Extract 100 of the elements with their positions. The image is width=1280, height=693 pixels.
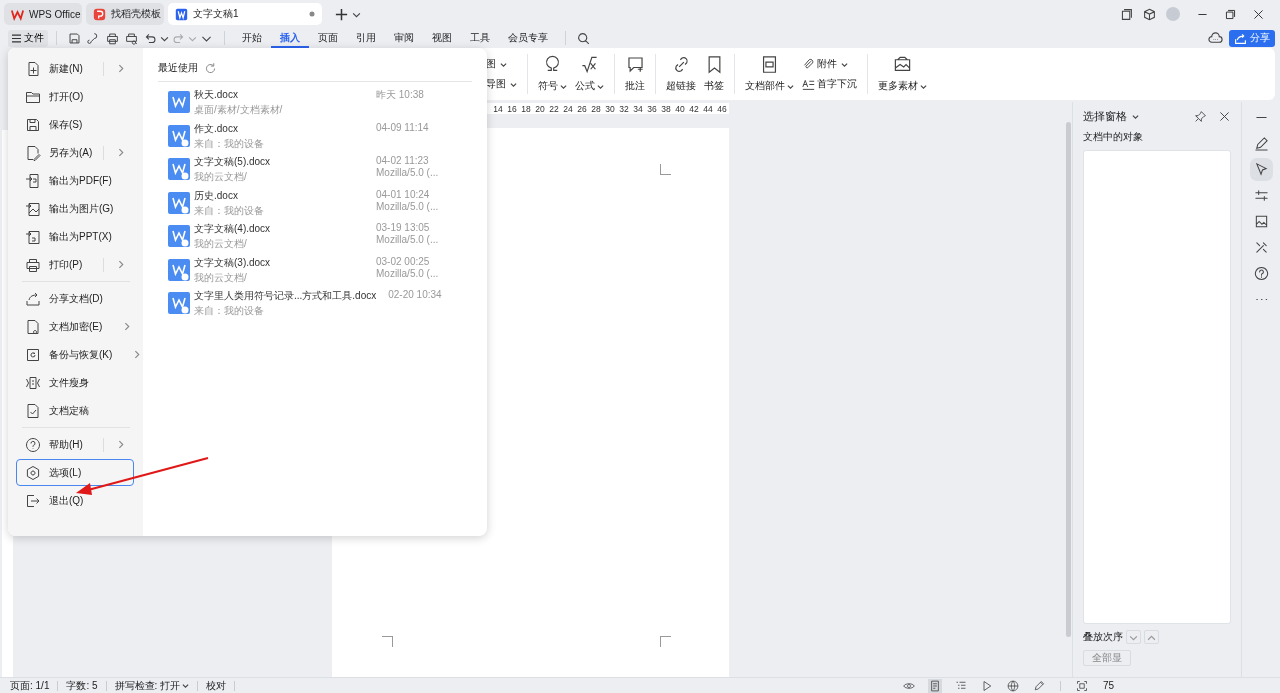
file-menu-item[interactable]: 另存为(A) [16, 139, 134, 166]
file-source: Mozilla/5.0 (... [376, 267, 439, 279]
fit-page-icon[interactable] [1074, 678, 1089, 693]
recent-file[interactable]: 文字里人类用符号记录...方式和工具.docx 来自：我的设备 02-20 10:34 [158, 283, 472, 317]
zoom-level[interactable]: 75 [1102, 680, 1114, 691]
recent-file[interactable]: 文字文稿(3).docx 我的云文档/ 03-02 00:25 Mozilla/5.0 (... [158, 249, 472, 283]
globe-icon[interactable] [1005, 678, 1020, 693]
print-preview-icon[interactable] [125, 31, 138, 45]
paperclip-icon [802, 57, 815, 71]
file-time: 昨天 10:38 [376, 88, 424, 102]
file-menu-item[interactable]: 新建(N) [16, 55, 134, 82]
pane-title[interactable]: 选择窗格 [1083, 108, 1127, 124]
ribbon-tab[interactable]: 引用 [347, 28, 385, 48]
close-icon[interactable] [1218, 109, 1231, 123]
recent-file[interactable]: 文字文稿(5).docx 我的云文档/ 04-02 11:23 Mozilla/5.0 (... [158, 149, 472, 183]
file-menu-item[interactable]: 文档加密(E) [16, 313, 134, 340]
file-menu-item[interactable]: 输出为图片(G) [16, 195, 134, 222]
window-tab[interactable]: 文字文稿1 [168, 3, 322, 25]
image-icon[interactable] [1253, 214, 1269, 229]
recent-file[interactable]: 历史.docx 来自：我的设备 04-01 10:24 Mozilla/5.0 (... [158, 182, 472, 216]
ribbon-button[interactable]: 更多素材 [874, 55, 931, 93]
file-menu-item[interactable]: 分享文档(D) [16, 285, 134, 312]
status-item[interactable]: 字数: 5 [66, 678, 98, 693]
status-item[interactable]: 拼写检查: 打开 [114, 678, 190, 693]
file-menu-item[interactable]: 文档定稿 [16, 397, 134, 424]
link-icon[interactable] [87, 31, 100, 45]
save-icon[interactable] [68, 31, 81, 45]
share-button[interactable]: 分享 [1229, 29, 1275, 47]
file-source: Mozilla/5.0 (... [376, 200, 439, 212]
file-menu-item[interactable]: 选项(L) [16, 459, 134, 486]
file-menu-item[interactable]: 打开(O) [16, 83, 134, 110]
recent-file[interactable]: 文字文稿(4).docx 我的云文档/ 03-19 13:05 Mozilla/5.0 (... [158, 216, 472, 250]
window-tab[interactable]: 找稻壳模板 [86, 3, 164, 25]
ribbon-tab[interactable]: 视图 [423, 28, 461, 48]
restore-icon[interactable] [1224, 7, 1237, 21]
undo-icon[interactable] [144, 31, 157, 45]
help-icon[interactable] [1253, 266, 1269, 281]
refresh-icon[interactable] [204, 61, 217, 75]
file-name: 作文.docx [194, 121, 239, 136]
ribbon-button[interactable]: 书签 [700, 55, 728, 93]
ribbon-tab[interactable]: 工具 [461, 28, 499, 48]
status-item[interactable]: 校对 [206, 678, 227, 693]
window-tab[interactable]: WPS Office [4, 3, 82, 25]
comment-plus-icon [625, 55, 645, 74]
ribbon-button[interactable]: 导图 [486, 77, 517, 91]
caret-icon[interactable] [1132, 112, 1139, 120]
slide-export-icon [25, 228, 41, 245]
ribbon-button[interactable]: 首字下沉 [802, 77, 857, 91]
file-menu-item[interactable]: 输出为PPT(X) [16, 223, 134, 250]
file-menu-button[interactable]: 文件 [8, 29, 48, 47]
sliders-icon[interactable] [1253, 188, 1269, 203]
unsaved-dot-icon [309, 11, 315, 17]
printer-icon[interactable] [106, 31, 119, 45]
tools-icon[interactable] [1253, 240, 1269, 255]
ribbon-tab[interactable]: 会员专享 [499, 28, 557, 48]
ribbon-button[interactable]: 符号 [534, 55, 571, 93]
file-menu-item[interactable]: 退出(Q) [16, 487, 134, 514]
file-location: 我的云文档/ [194, 270, 248, 285]
save-icon [25, 116, 41, 133]
file-menu-item[interactable]: 帮助(H) [16, 431, 134, 458]
document-cloud-icon [168, 258, 190, 281]
page-view-icon[interactable] [927, 678, 942, 693]
file-menu-item[interactable]: 文件瘦身 [16, 369, 134, 396]
ruler-number: 22 [548, 103, 560, 114]
cloud-icon[interactable] [1208, 30, 1223, 46]
document-cloud-icon [168, 292, 190, 314]
pen-icon[interactable] [1031, 678, 1046, 693]
file-menu-item[interactable]: 备份与恢复(K) [16, 341, 134, 368]
file-name: 文字文稿(4).docx [194, 222, 272, 236]
ribbon-tab[interactable]: 审阅 [385, 28, 423, 48]
document-refresh-icon [25, 346, 41, 363]
ribbon-button[interactable]: 批注 [621, 55, 649, 93]
ribbon-button[interactable]: 超链接 [662, 55, 700, 93]
close-icon[interactable] [1252, 7, 1265, 21]
pin-icon[interactable] [1194, 109, 1207, 123]
file-menu-item[interactable]: 保存(S) [16, 111, 134, 138]
status-item[interactable]: 页面: 1/1 [10, 678, 50, 693]
ribbon-button[interactable]: 附件 [802, 57, 857, 71]
file-menu-item[interactable]: 输出为PDF(F) [16, 167, 134, 194]
file-source: Mozilla/5.0 (... [376, 167, 439, 178]
ruler-number: 18 [520, 103, 532, 114]
recent-file[interactable]: 作文.docx 来自：我的设备 04-09 11:14 [158, 115, 472, 149]
window-tiles-icon[interactable] [1120, 7, 1133, 21]
ruler-number: 38 [660, 103, 672, 114]
search-icon[interactable] [577, 31, 590, 45]
file-name: 秋天.docx [194, 88, 239, 102]
ribbon-button[interactable]: 公式 [571, 55, 608, 93]
pen-icon[interactable] [1253, 136, 1269, 151]
plus-icon[interactable] [334, 6, 349, 22]
ribbon-tab[interactable]: 页面 [309, 28, 347, 48]
recent-heading: 最近使用 [158, 61, 198, 75]
cube-icon[interactable] [1143, 7, 1156, 21]
file-menu-item[interactable]: 打印(P) [16, 251, 134, 278]
ribbon-button[interactable]: 文档部件 [741, 55, 798, 93]
square-root-icon [580, 55, 599, 74]
file-name: 文字里人类用符号记录...方式和工具.docx [194, 289, 377, 303]
document-export-icon [25, 172, 41, 189]
ribbon-button[interactable]: 图 [486, 57, 517, 71]
ribbon-tab[interactable]: 开始 [233, 28, 271, 48]
recent-file[interactable]: 秋天.docx 桌面/素材/文档素材/ 昨天 10:38 [158, 82, 472, 116]
